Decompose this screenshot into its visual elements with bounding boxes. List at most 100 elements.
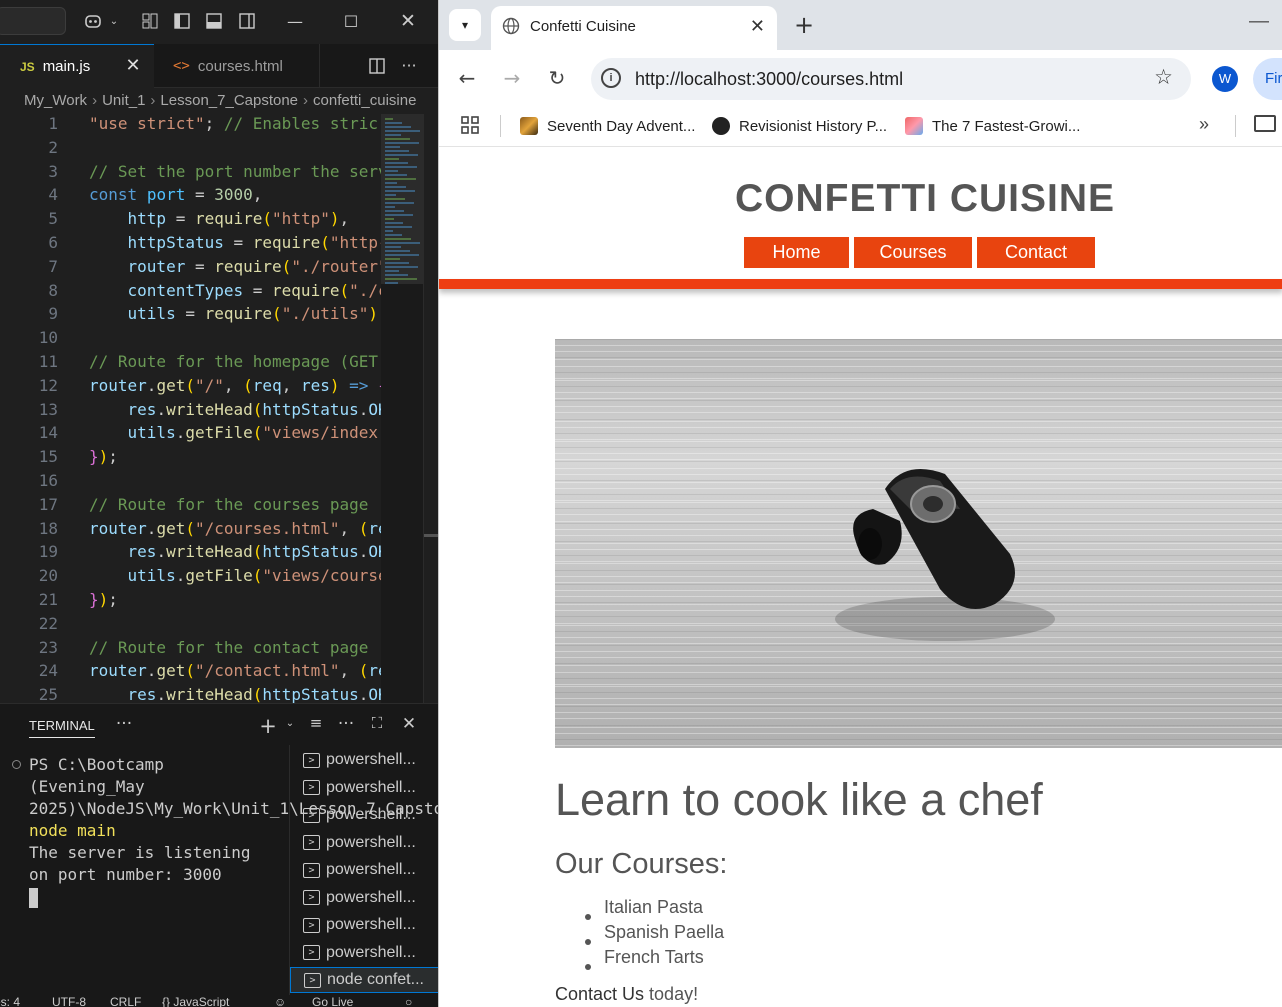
minimap[interactable] bbox=[381, 114, 423, 703]
close-icon[interactable]: ✕ bbox=[124, 57, 142, 75]
code-line[interactable]: 6 httpStatus = require("http- bbox=[0, 233, 438, 257]
address-bar[interactable]: i http://localhost:3000/courses.html ☆ bbox=[591, 58, 1191, 100]
clear-terminal-icon[interactable]: ≡ bbox=[305, 714, 327, 736]
nav-contact[interactable]: Contact bbox=[977, 237, 1095, 268]
code-line[interactable]: 14 utils.getFile("views/index bbox=[0, 423, 438, 447]
code-text: }); bbox=[89, 590, 118, 609]
terminal-list-item[interactable]: > powershell... bbox=[290, 940, 438, 966]
contact-us-link[interactable]: Contact Us bbox=[555, 984, 644, 1004]
tab-main-js[interactable]: JS main.js ✕ bbox=[0, 44, 154, 88]
code-line[interactable]: 8 contentTypes = require("./c bbox=[0, 281, 438, 305]
code-line[interactable]: 1 "use strict"; // Enables stric bbox=[0, 114, 438, 138]
code-line[interactable]: 21}); bbox=[0, 590, 438, 614]
code-line[interactable]: 13 res.writeHead(httpStatus.OK bbox=[0, 400, 438, 424]
status-go-live[interactable]: Go Live bbox=[312, 995, 353, 1007]
chevron-down-icon[interactable]: ⌄ bbox=[103, 10, 125, 32]
code-editor[interactable]: 1 "use strict"; // Enables stric 2 3// Set … bbox=[0, 114, 438, 703]
copilot-status-icon[interactable]: ☺ bbox=[274, 995, 286, 1007]
breadcrumb-item[interactable]: Unit_1 bbox=[102, 92, 145, 109]
chevron-down-icon[interactable]: ⌄ bbox=[279, 718, 301, 740]
reload-icon[interactable]: ↻ bbox=[544, 65, 570, 91]
terminal-output[interactable]: PS C:\Bootcamp (Evening_May 2025)\NodeJS… bbox=[29, 754, 438, 908]
code-line[interactable]: 10 bbox=[0, 328, 438, 352]
nav-courses[interactable]: Courses bbox=[854, 237, 972, 268]
profile-avatar[interactable]: W bbox=[1212, 66, 1238, 92]
command-center-search[interactable] bbox=[0, 7, 66, 35]
url-text[interactable]: http://localhost:3000/courses.html bbox=[635, 69, 903, 90]
code-line[interactable]: 16 bbox=[0, 471, 438, 495]
side-panel-button[interactable]: Fir bbox=[1253, 58, 1282, 100]
terminal-list-item[interactable]: > powershell... bbox=[290, 775, 438, 801]
bookmark-item[interactable]: Revisionist History P... bbox=[712, 115, 887, 137]
code-line[interactable]: 20 utils.getFile("views/course bbox=[0, 566, 438, 590]
more-actions-icon[interactable]: ··· bbox=[398, 54, 420, 76]
site-info-icon[interactable]: i bbox=[601, 68, 621, 88]
split-editor-icon[interactable] bbox=[366, 55, 388, 77]
code-line[interactable]: 5 http = require("http"), bbox=[0, 209, 438, 233]
code-line[interactable]: 18 router.get("/courses.html", (re bbox=[0, 519, 438, 543]
more-actions-icon[interactable]: ··· bbox=[335, 714, 357, 736]
minimize-icon[interactable]: — bbox=[1249, 10, 1269, 33]
status-language[interactable]: {} JavaScript bbox=[162, 995, 229, 1007]
more-bookmarks-icon[interactable]: » bbox=[1199, 114, 1209, 135]
bookmark-item[interactable]: The 7 Fastest-Growi... bbox=[905, 115, 1080, 137]
maximize-icon[interactable]: ☐ bbox=[340, 10, 362, 32]
code-line[interactable]: 19 res.writeHead(httpStatus.OK bbox=[0, 542, 438, 566]
toggle-sidebar-icon[interactable] bbox=[171, 10, 193, 32]
code-line[interactable]: 9 utils = require("./utils"); bbox=[0, 304, 438, 328]
editor-scrollbar[interactable] bbox=[423, 114, 438, 703]
code-line[interactable]: 12 router.get("/", (req, res) => { bbox=[0, 376, 438, 400]
close-window-icon[interactable]: ✕ bbox=[397, 10, 419, 32]
status-indent[interactable]: es: 4 bbox=[0, 995, 20, 1007]
code-line[interactable]: 22 bbox=[0, 614, 438, 638]
layout-icon[interactable] bbox=[139, 10, 161, 32]
terminal-list-item[interactable]: > powershell... bbox=[290, 802, 438, 828]
forward-icon[interactable]: → bbox=[499, 65, 525, 91]
code-line[interactable]: 7 router = require("./router" bbox=[0, 257, 438, 281]
status-eol[interactable]: CRLF bbox=[110, 995, 141, 1007]
notifications-icon[interactable]: ○ bbox=[405, 995, 412, 1007]
terminal-list-item[interactable]: > powershell... bbox=[290, 912, 438, 938]
maximize-panel-icon[interactable]: ⛶ bbox=[366, 714, 388, 736]
toggle-secondary-sidebar-icon[interactable] bbox=[236, 10, 258, 32]
terminal-list-item[interactable]: > powershell... bbox=[290, 747, 438, 773]
minimize-icon[interactable]: — bbox=[284, 10, 306, 32]
tab-terminal[interactable]: TERMINAL bbox=[29, 718, 95, 738]
status-encoding[interactable]: UTF-8 bbox=[52, 995, 86, 1007]
apps-grid-icon[interactable] bbox=[461, 116, 479, 139]
code-line[interactable]: 4 const port = 3000, bbox=[0, 185, 438, 209]
breadcrumb-item[interactable]: My_Work bbox=[24, 92, 87, 109]
code-line[interactable]: 2 bbox=[0, 138, 438, 162]
breadcrumb-item[interactable]: Lesson_7_Capstone bbox=[160, 92, 298, 109]
code-line[interactable]: 24 router.get("/contact.html", (re bbox=[0, 661, 438, 685]
scrollbar-thumb[interactable] bbox=[424, 534, 438, 537]
line-number: 25 bbox=[38, 685, 58, 703]
breadcrumb-item[interactable]: confetti_cuisine bbox=[313, 92, 416, 109]
tab-courses-html[interactable]: <> courses.html bbox=[155, 44, 320, 88]
panel-more-icon[interactable]: ··· bbox=[113, 714, 135, 736]
toggle-panel-icon[interactable] bbox=[203, 10, 225, 32]
back-icon[interactable]: ← bbox=[454, 65, 480, 91]
tab-search-icon[interactable]: ▾ bbox=[449, 9, 481, 41]
terminal-list-item[interactable]: > powershell... bbox=[290, 885, 438, 911]
close-tab-icon[interactable]: ✕ bbox=[750, 16, 765, 37]
code-line[interactable]: 23 // Route for the contact page bbox=[0, 638, 438, 662]
bookmark-star-icon[interactable]: ☆ bbox=[1154, 65, 1173, 89]
code-line[interactable]: 3 // Set the port number the serv bbox=[0, 162, 438, 186]
bookmark-item[interactable]: Seventh Day Advent... bbox=[520, 115, 695, 137]
new-tab-icon[interactable]: + bbox=[794, 11, 814, 39]
minimap-line bbox=[385, 142, 419, 144]
copilot-icon[interactable] bbox=[82, 10, 104, 32]
terminal-list-item[interactable]: > powershell... bbox=[290, 857, 438, 883]
folder-icon[interactable] bbox=[1254, 115, 1276, 132]
code-line[interactable]: 15}); bbox=[0, 447, 438, 471]
terminal-list-item[interactable]: > powershell... bbox=[290, 830, 438, 856]
close-panel-icon[interactable]: ✕ bbox=[398, 714, 420, 736]
nav-home[interactable]: Home bbox=[744, 237, 849, 268]
code-line[interactable]: 17 // Route for the courses page bbox=[0, 495, 438, 519]
browser-tab[interactable]: Confetti Cuisine ✕ bbox=[491, 6, 777, 50]
code-line[interactable]: 25 res.writeHead(httpStatus.OK, bbox=[0, 685, 438, 703]
code-line[interactable]: 11 // Route for the homepage (GET bbox=[0, 352, 438, 376]
add-terminal-icon[interactable]: + bbox=[257, 714, 279, 738]
terminal-list-item[interactable]: > node confet... bbox=[290, 967, 438, 993]
